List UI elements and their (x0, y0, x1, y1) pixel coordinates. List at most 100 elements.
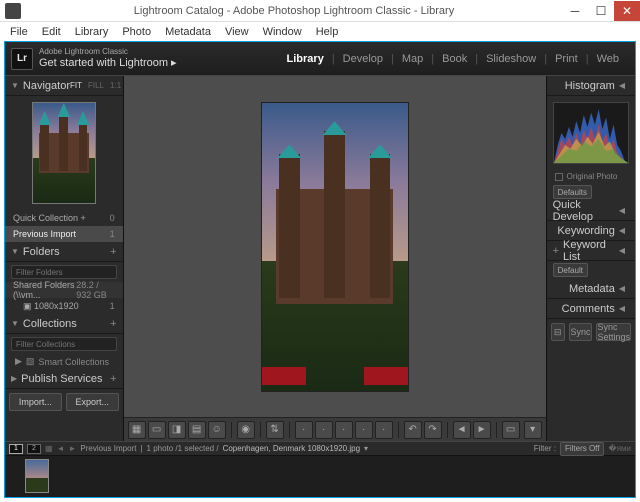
second-window-button[interactable]: 2 (27, 444, 41, 454)
quickdev-preset-dropdown[interactable]: Defaults (553, 185, 592, 199)
module-web[interactable]: Web (589, 53, 627, 65)
close-button[interactable]: ✕ (614, 1, 640, 21)
add-publish-icon[interactable]: + (110, 373, 116, 385)
people-view-button[interactable]: ☺ (208, 421, 226, 439)
nav-mode-fill[interactable]: FILL (88, 81, 104, 90)
filter-label: Filter : (534, 444, 556, 453)
histogram-display[interactable] (553, 102, 629, 164)
menu-view[interactable]: View (219, 24, 255, 40)
nav-mode-fit[interactable]: FIT (70, 81, 82, 90)
volume-row[interactable]: Shared Folders (\\vm... 28.2 / 932 GB (5, 282, 123, 298)
filter-lock-icon[interactable]: �ями (608, 444, 631, 453)
slideshow-button[interactable]: ▭ (502, 421, 520, 439)
row-label: Previous Import (13, 229, 76, 239)
breadcrumb-info: 1 photo /1 selected / (147, 444, 219, 453)
folder-row[interactable]: ▣ 1080x1920 1 (5, 298, 123, 314)
nav-fwd-icon[interactable]: ► (68, 444, 76, 453)
smart-collections-row[interactable]: ▶ ▧ Smart Collections (5, 354, 123, 369)
nav-mode-1to1[interactable]: 1:1 (110, 81, 121, 90)
sort-direction-button[interactable]: ⇅ (266, 421, 284, 439)
collections-header[interactable]: ▼ Collections + (5, 314, 123, 334)
catalog-previous-import[interactable]: Previous Import 1 (5, 226, 123, 242)
histogram-header[interactable]: Histogram ◀ (547, 76, 635, 96)
loupe-view-button[interactable]: ▭ (148, 421, 166, 439)
navigator-preview[interactable] (32, 102, 96, 204)
menu-help[interactable]: Help (310, 24, 345, 40)
import-button[interactable]: Import... (9, 393, 62, 411)
navigator-header[interactable]: ▼ Navigator FIT FILL 1:1 3:1 (5, 76, 123, 96)
rotate-ccw-button[interactable]: ↶ (404, 421, 422, 439)
breadcrumb-source[interactable]: Previous Import (80, 444, 136, 453)
catalog-quick-collection[interactable]: Quick Collection + 0 (5, 210, 123, 226)
rating-star-3[interactable]: · (335, 421, 353, 439)
toolbar-menu-button[interactable]: ▾ (524, 421, 542, 439)
filmstrip-bar: 1 2 ▦ ◄ ► Previous Import | 1 photo /1 s… (5, 442, 635, 456)
right-panel: Histogram ◀ Original Photo Defa (546, 76, 635, 441)
filter-collections-input[interactable] (11, 337, 117, 351)
add-keyword-icon[interactable]: + (553, 245, 559, 257)
sync-settings-button[interactable]: Sync Settings (596, 323, 631, 341)
module-library[interactable]: Library (279, 53, 332, 65)
filmstrip-thumbs[interactable] (5, 456, 635, 496)
collections-title: Collections (23, 318, 77, 330)
quick-develop-header[interactable]: Quick Develop◀ (547, 201, 635, 221)
compare-view-button[interactable]: ◨ (168, 421, 186, 439)
export-button[interactable]: Export... (66, 393, 119, 411)
row-label: Quick Collection + (13, 213, 86, 223)
minimize-button[interactable]: ─ (562, 1, 588, 21)
sync-button[interactable]: Sync (569, 323, 593, 341)
main-window-button[interactable]: 1 (9, 444, 23, 454)
menu-photo[interactable]: Photo (116, 24, 157, 40)
filmstrip-thumb[interactable] (25, 459, 49, 493)
disclosure-triangle-icon: ▼ (11, 247, 19, 256)
original-photo-label: Original Photo (567, 172, 618, 181)
filter-preset-dropdown[interactable]: Filters Off (560, 442, 605, 456)
folders-header[interactable]: ▼ Folders + (5, 242, 123, 262)
menu-metadata[interactable]: Metadata (159, 24, 217, 40)
filter-folders-input[interactable] (11, 265, 117, 279)
volume-label: Shared Folders (\\vm... (13, 280, 76, 300)
rating-star-5[interactable]: · (375, 421, 393, 439)
grid-shortcut-icon[interactable]: ▦ (45, 444, 53, 453)
menu-library[interactable]: Library (69, 24, 115, 40)
loupe-view[interactable] (124, 76, 546, 417)
publish-header[interactable]: ▶ Publish Services + (5, 369, 123, 389)
metadata-preset-dropdown[interactable]: Default (553, 263, 588, 277)
disclosure-triangle-icon: ◀ (619, 304, 625, 313)
nav-back-icon[interactable]: ◄ (57, 444, 65, 453)
app-icon (5, 3, 21, 19)
disclosure-triangle-icon: ◀ (619, 226, 625, 235)
menu-file[interactable]: File (4, 24, 34, 40)
rating-star-2[interactable]: · (315, 421, 333, 439)
maximize-button[interactable]: ☐ (588, 1, 614, 21)
menu-edit[interactable]: Edit (36, 24, 67, 40)
survey-view-button[interactable]: ▤ (188, 421, 206, 439)
metadata-header[interactable]: Metadata◀ (547, 279, 635, 299)
get-started-link[interactable]: Get started with Lightroom ▸ (39, 56, 177, 69)
next-photo-button[interactable]: ► (473, 421, 491, 439)
rating-star-1[interactable]: · (295, 421, 313, 439)
menu-window[interactable]: Window (257, 24, 308, 40)
rotate-cw-button[interactable]: ↷ (424, 421, 442, 439)
module-map[interactable]: Map (394, 53, 431, 65)
add-folder-icon[interactable]: + (110, 246, 116, 258)
module-print[interactable]: Print (547, 53, 586, 65)
module-slideshow[interactable]: Slideshow (478, 53, 544, 65)
keyword-list-header[interactable]: +Keyword List◀ (547, 241, 635, 261)
rating-star-4[interactable]: · (355, 421, 373, 439)
toolbar: ▦ ▭ ◨ ▤ ☺ ◉ ⇅ · · · · · ↶ (124, 417, 546, 441)
comments-header[interactable]: Comments◀ (547, 299, 635, 319)
module-develop[interactable]: Develop (335, 53, 391, 65)
disclosure-triangle-icon: ◀ (619, 246, 625, 255)
original-photo-row[interactable]: Original Photo (547, 170, 635, 183)
folder-count: 1 (110, 301, 115, 311)
module-book[interactable]: Book (434, 53, 475, 65)
add-collection-icon[interactable]: + (110, 318, 116, 330)
breadcrumb-dropdown-icon[interactable]: ▾ (364, 444, 368, 453)
painter-button[interactable]: ◉ (237, 421, 255, 439)
prev-photo-button[interactable]: ◄ (453, 421, 471, 439)
sync-toggle-button[interactable]: ⊟ (551, 323, 565, 341)
disclosure-triangle-icon: ◀ (619, 206, 625, 215)
checkbox-icon[interactable] (555, 173, 563, 181)
grid-view-button[interactable]: ▦ (128, 421, 146, 439)
